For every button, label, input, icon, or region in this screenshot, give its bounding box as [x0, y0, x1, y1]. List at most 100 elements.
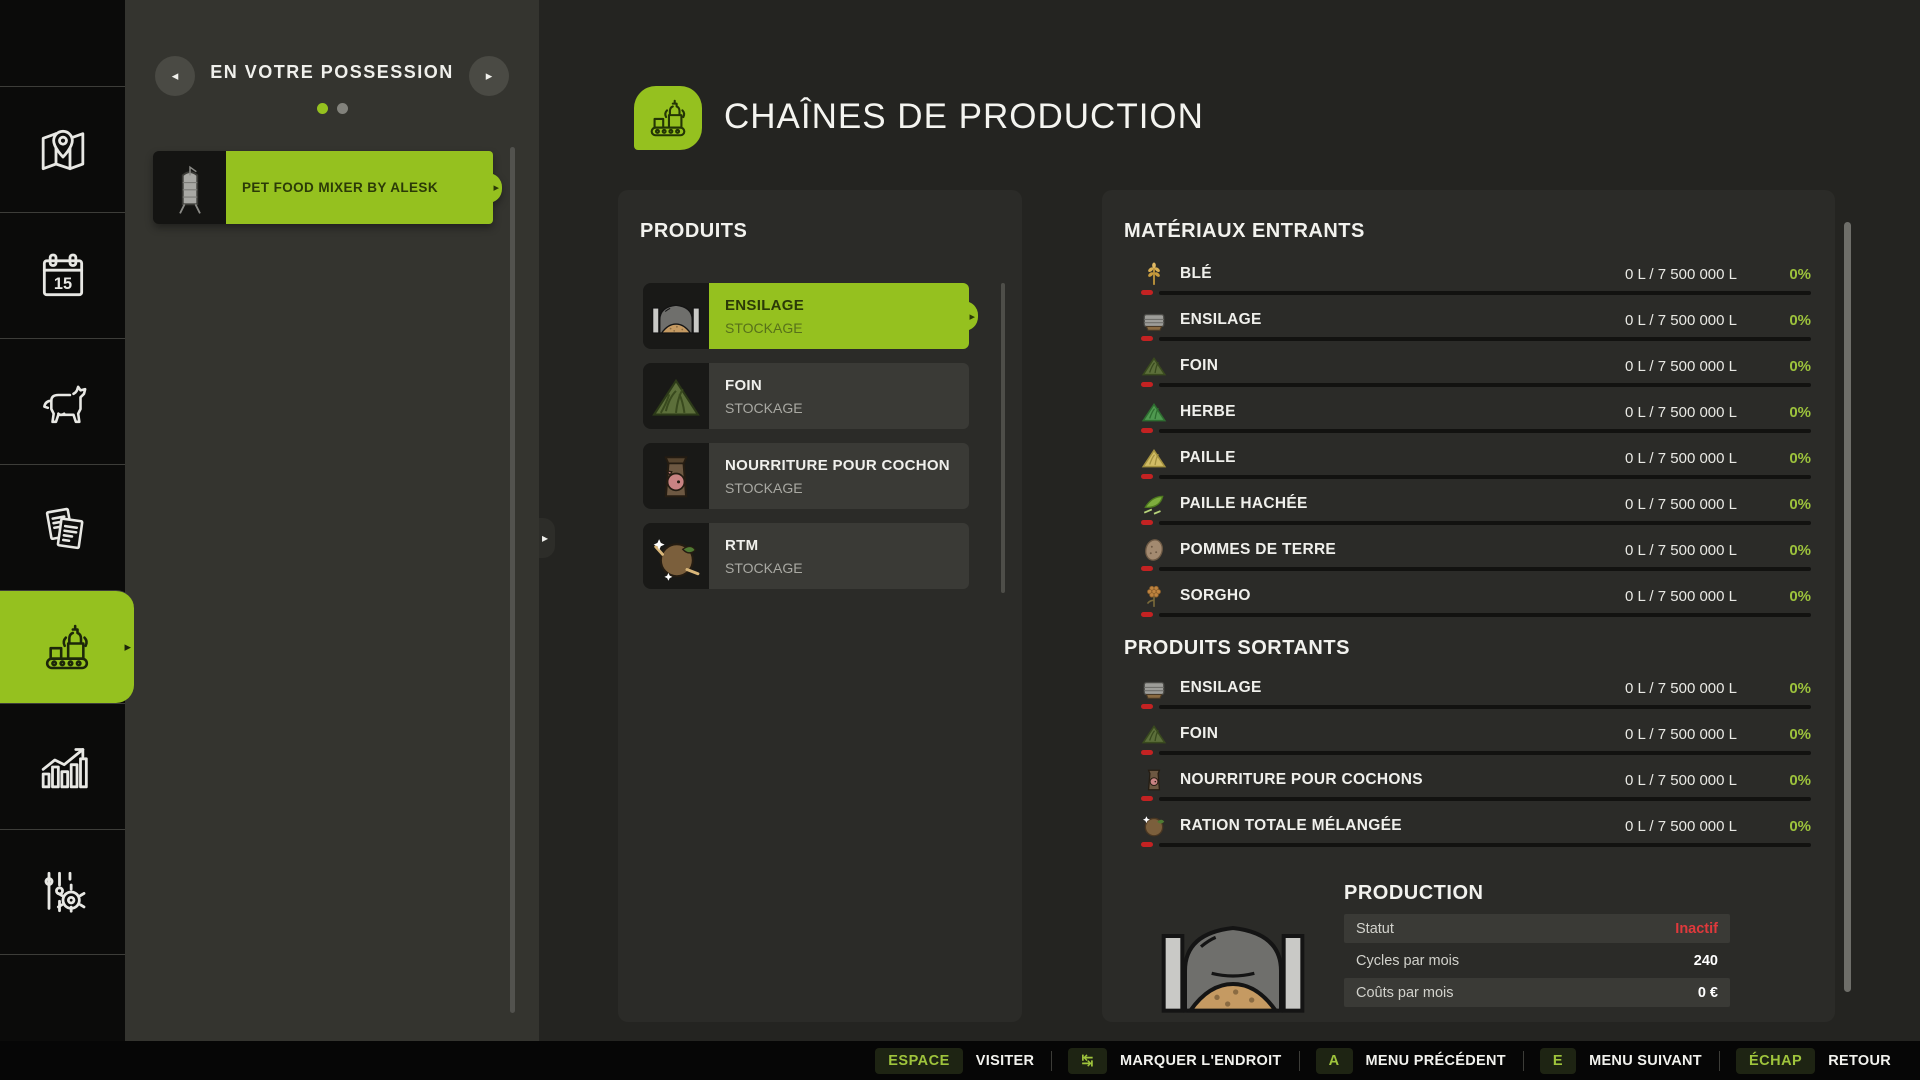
pagination-dot[interactable] — [337, 103, 348, 114]
material-percent: 0% — [1753, 266, 1811, 283]
production-section-title: PRODUCTION — [1344, 882, 1483, 905]
hint-label: VISITER — [976, 1053, 1035, 1069]
fill-track — [1159, 751, 1811, 755]
details-scrollbar[interactable] — [1844, 222, 1851, 992]
product-item-rtm[interactable]: RTM STOCKAGE — [643, 523, 969, 589]
key-chip: E — [1540, 1048, 1576, 1074]
material-percent: 0% — [1753, 450, 1811, 467]
fill-track — [1159, 521, 1811, 525]
input-row: PAILLE HACHÉE 0 L / 7 500 000 L 0% — [1141, 488, 1811, 525]
fill-marker — [1141, 796, 1153, 801]
output-row: RATION TOTALE MÉLANGÉE 0 L / 7 500 000 L… — [1141, 810, 1811, 847]
fill-track — [1159, 797, 1811, 801]
possession-item-label: PET FOOD MIXER BY ALESK — [242, 180, 438, 195]
output-products-list: ENSILAGE 0 L / 7 500 000 L 0% FOIN 0 L /… — [1141, 672, 1811, 856]
product-item-foin[interactable]: FOIN STOCKAGE — [643, 363, 969, 429]
production-info-value: 0 € — [1698, 985, 1718, 1001]
hay-icon — [1141, 721, 1167, 747]
possession-item-pet-food-mixer[interactable]: PET FOOD MIXER BY ALESK — [153, 151, 493, 224]
possession-panel: ◂ EN VOTRE POSSESSION ▸ PET FOOD MIXER B… — [125, 0, 539, 1041]
input-row: SORGHO 0 L / 7 500 000 L 0% — [1141, 580, 1811, 617]
input-row: ENSILAGE 0 L / 7 500 000 L 0% — [1141, 304, 1811, 341]
material-amount: 0 L / 7 500 000 L — [1625, 312, 1737, 329]
sidebar-item-production[interactable] — [0, 590, 134, 703]
material-percent: 0% — [1753, 496, 1811, 513]
fill-track — [1159, 705, 1811, 709]
mixer-machine-icon — [1148, 904, 1318, 1016]
pagination-dot[interactable] — [317, 103, 328, 114]
sidebar-spacer — [0, 0, 125, 86]
hint-visit[interactable]: ESPACE VISITER — [858, 1048, 1051, 1074]
material-amount: 0 L / 7 500 000 L — [1625, 404, 1737, 421]
fill-track — [1159, 613, 1811, 617]
outputs-section-title: PRODUITS SORTANTS — [1124, 637, 1350, 660]
material-label: FOIN — [1180, 357, 1218, 375]
material-amount: 0 L / 7 500 000 L — [1625, 772, 1737, 789]
production-info-table: Statut Inactif Cycles par mois 240 Coûts… — [1344, 914, 1730, 1010]
hint-back[interactable]: ÉCHAP RETOUR — [1719, 1048, 1908, 1074]
products-panel: PRODUITS ENSILAGE STOCKAGE FOIN STOCKAGE — [618, 190, 1022, 1022]
fill-marker — [1141, 382, 1153, 387]
possession-scrollbar[interactable] — [510, 147, 515, 1013]
fill-level-bar — [1141, 428, 1811, 433]
hint-mark-spot[interactable]: ↹ MARQUER L'ENDROIT — [1051, 1048, 1298, 1074]
material-percent: 0% — [1753, 772, 1811, 789]
sidebar-item-contracts[interactable] — [0, 464, 125, 590]
sidebar-item-settings[interactable] — [0, 829, 125, 955]
production-info-value: Inactif — [1675, 921, 1718, 937]
input-row: FOIN 0 L / 7 500 000 L 0% — [1141, 350, 1811, 387]
material-label: ENSILAGE — [1180, 311, 1262, 329]
production-info-label: Cycles par mois — [1356, 953, 1459, 969]
product-title: FOIN — [725, 377, 969, 394]
material-label: NOURRITURE POUR COCHONS — [1180, 771, 1423, 789]
main-content: ▸ CHAÎNES DE PRODUCTION PRODUITS ENSILAG… — [539, 0, 1920, 1041]
products-scrollbar[interactable] — [1001, 283, 1005, 593]
sidebar-item-animals[interactable] — [0, 338, 125, 464]
output-row: NOURRITURE POUR COCHONS 0 L / 7 500 000 … — [1141, 764, 1811, 801]
key-chip: ÉCHAP — [1736, 1048, 1815, 1074]
material-percent: 0% — [1753, 818, 1811, 835]
product-list: ENSILAGE STOCKAGE FOIN STOCKAGE NOURRITU… — [643, 283, 969, 603]
fill-marker — [1141, 566, 1153, 571]
product-title: ENSILAGE — [725, 297, 969, 314]
output-row: FOIN 0 L / 7 500 000 L 0% — [1141, 718, 1811, 755]
fill-level-bar — [1141, 290, 1811, 295]
fill-marker — [1141, 704, 1153, 709]
hint-label: MENU PRÉCÉDENT — [1366, 1053, 1506, 1069]
selected-arrow-icon — [960, 301, 978, 331]
sidebar-item-statistics[interactable] — [0, 703, 125, 829]
hint-list: ESPACE VISITER ↹ MARQUER L'ENDROIT A MEN… — [858, 1048, 1908, 1074]
production-info-value: 240 — [1694, 953, 1718, 969]
material-percent: 0% — [1753, 404, 1811, 421]
hint-next-menu[interactable]: E MENU SUIVANT — [1523, 1048, 1719, 1074]
key-chip: ESPACE — [875, 1048, 963, 1074]
hint-prev-menu[interactable]: A MENU PRÉCÉDENT — [1299, 1048, 1523, 1074]
material-percent: 0% — [1753, 726, 1811, 743]
material-percent: 0% — [1753, 680, 1811, 697]
material-amount: 0 L / 7 500 000 L — [1625, 266, 1737, 283]
production-info-row: Statut Inactif — [1344, 914, 1730, 943]
material-label: PAILLE HACHÉE — [1180, 495, 1308, 513]
page-title: CHAÎNES DE PRODUCTION — [724, 97, 1204, 137]
main-sidebar: 15 — [0, 0, 125, 1080]
next-page-button[interactable]: ▸ — [469, 56, 509, 96]
hint-label: RETOUR — [1828, 1053, 1891, 1069]
fill-level-bar — [1141, 336, 1811, 341]
inputs-section-title: MATÉRIAUX ENTRANTS — [1124, 220, 1365, 243]
fill-marker — [1141, 428, 1153, 433]
sorghum-icon — [1141, 583, 1167, 609]
product-item-nourriture-cochon[interactable]: NOURRITURE POUR COCHON STOCKAGE — [643, 443, 969, 509]
products-panel-title: PRODUITS — [640, 220, 747, 243]
material-percent: 0% — [1753, 358, 1811, 375]
wheat-icon — [1141, 261, 1167, 287]
sidebar-item-calendar[interactable]: 15 — [0, 212, 125, 338]
sidebar-item-map[interactable] — [0, 86, 125, 212]
material-label: RATION TOTALE MÉLANGÉE — [1180, 817, 1402, 835]
product-title: RTM — [725, 537, 969, 554]
product-item-ensilage[interactable]: ENSILAGE STOCKAGE — [643, 283, 969, 349]
material-label: FOIN — [1180, 725, 1218, 743]
cow-icon — [35, 374, 91, 430]
input-row: POMMES DE TERRE 0 L / 7 500 000 L 0% — [1141, 534, 1811, 571]
fill-marker — [1141, 520, 1153, 525]
potato-icon — [1141, 537, 1167, 563]
